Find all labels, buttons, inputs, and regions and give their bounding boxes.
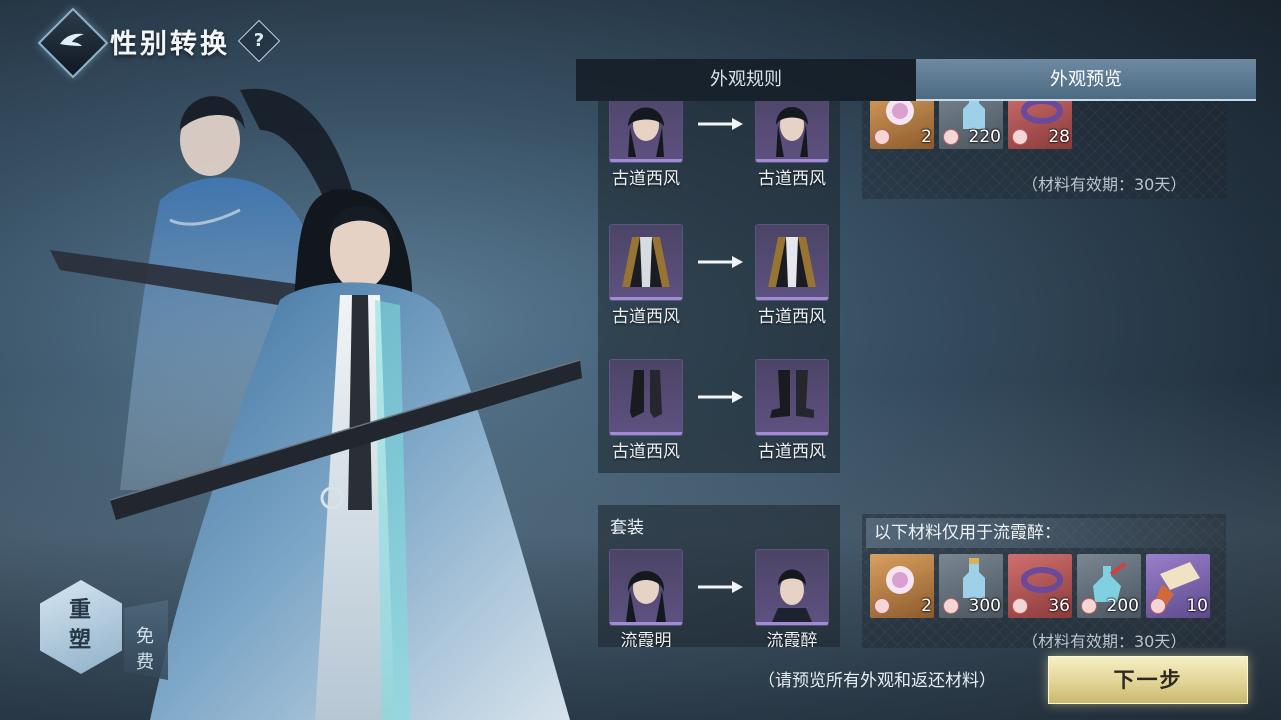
wing-emblem-icon	[60, 33, 84, 46]
tab-appearance-rules[interactable]: 外观规则	[576, 59, 916, 101]
from-set-name: 流霞明	[620, 631, 672, 647]
reshape-label-bottom: 塑	[68, 628, 91, 653]
time-limit-icon	[943, 129, 959, 145]
help-button[interactable]: ?	[237, 19, 281, 63]
male-set-icon[interactable]	[756, 550, 828, 625]
robe-icon[interactable]	[610, 225, 682, 300]
material-qty: 28	[1048, 127, 1070, 147]
to-item-name: 古道西风	[758, 442, 826, 462]
to-item-name: 古道西风	[758, 169, 826, 189]
material-item[interactable]: 10	[1146, 554, 1210, 618]
time-limit-icon	[874, 129, 890, 145]
free-label-bottom: 费	[136, 652, 154, 673]
male-head-icon[interactable]	[756, 101, 828, 162]
material-item[interactable]: 28	[1008, 101, 1072, 149]
material-item[interactable]: 200	[1077, 554, 1141, 618]
appearance-row: 古道西风 古道西风	[598, 334, 840, 462]
material-qty: 220	[968, 127, 1001, 147]
robe-icon[interactable]	[756, 225, 828, 300]
tab-bar: 外观规则 外观预览	[576, 59, 1256, 101]
time-limit-icon	[874, 598, 890, 614]
set-materials-header: 以下材料仅用于流霞醉：	[866, 518, 1224, 548]
material-item[interactable]: 36	[1008, 554, 1072, 618]
time-limit-icon	[1081, 598, 1097, 614]
time-limit-icon	[943, 598, 959, 614]
material-validity: （材料有效期：30天）	[1022, 632, 1187, 648]
page-title: 性别转换	[110, 29, 230, 60]
male-character-portrait	[110, 189, 582, 720]
material-item[interactable]: 2	[870, 101, 934, 149]
material-qty: 200	[1106, 596, 1139, 616]
set-materials-panel: 以下材料仅用于流霞醉： 2 300 36 200 10 （材料有效期：30天）	[862, 514, 1226, 648]
material-validity: （材料有效期：30天）	[1022, 175, 1187, 194]
time-limit-icon	[1012, 598, 1028, 614]
arrow-right-icon	[698, 581, 743, 593]
reshape-label[interactable]: 重塑	[60, 596, 100, 656]
appearance-row: 古道西风 古道西风	[598, 101, 840, 189]
to-set-name: 流霞醉	[766, 631, 818, 647]
free-label: 免费	[130, 624, 160, 676]
boots-icon[interactable]	[610, 360, 682, 435]
arrow-right-icon	[698, 391, 743, 403]
time-limit-icon	[1012, 129, 1028, 145]
reshape-label-top: 重	[68, 598, 91, 623]
time-limit-icon	[1150, 598, 1166, 614]
material-qty: 36	[1048, 596, 1070, 616]
material-qty: 300	[968, 596, 1001, 616]
appearance-row: 古道西风 古道西风	[598, 199, 840, 327]
material-item[interactable]: 300	[939, 554, 1003, 618]
question-icon: ?	[253, 30, 265, 51]
female-head-icon[interactable]	[610, 101, 682, 162]
material-item[interactable]: 220	[939, 101, 1003, 149]
set-section[interactable]: 套装 流霞明 流霞醉	[598, 505, 840, 647]
arrow-right-icon	[698, 118, 743, 130]
from-item-name: 古道西风	[612, 442, 680, 462]
material-qty: 2	[921, 596, 932, 616]
material-item[interactable]: 2	[870, 554, 934, 618]
material-qty: 10	[1186, 596, 1208, 616]
next-step-button[interactable]: 下一步	[1048, 656, 1248, 704]
to-item-name: 古道西风	[758, 307, 826, 327]
female-set-icon[interactable]	[610, 550, 682, 625]
from-item-name: 古道西风	[612, 169, 680, 189]
material-qty: 2	[921, 127, 932, 147]
arrow-right-icon	[698, 256, 743, 268]
appearance-list[interactable]: 古道西风 古道西风 古道西风 古道西风 古道西风 古道西风	[598, 101, 840, 473]
set-label: 套装	[610, 518, 644, 538]
tab-appearance-preview[interactable]: 外观预览	[916, 59, 1256, 101]
boots-icon[interactable]	[756, 360, 828, 435]
preview-hint: （请预览所有外观和返还材料）	[758, 671, 996, 691]
from-item-name: 古道西风	[612, 307, 680, 327]
materials-panel: 2 220 28 （材料有效期：30天）	[862, 101, 1226, 199]
free-label-top: 免	[136, 626, 154, 647]
